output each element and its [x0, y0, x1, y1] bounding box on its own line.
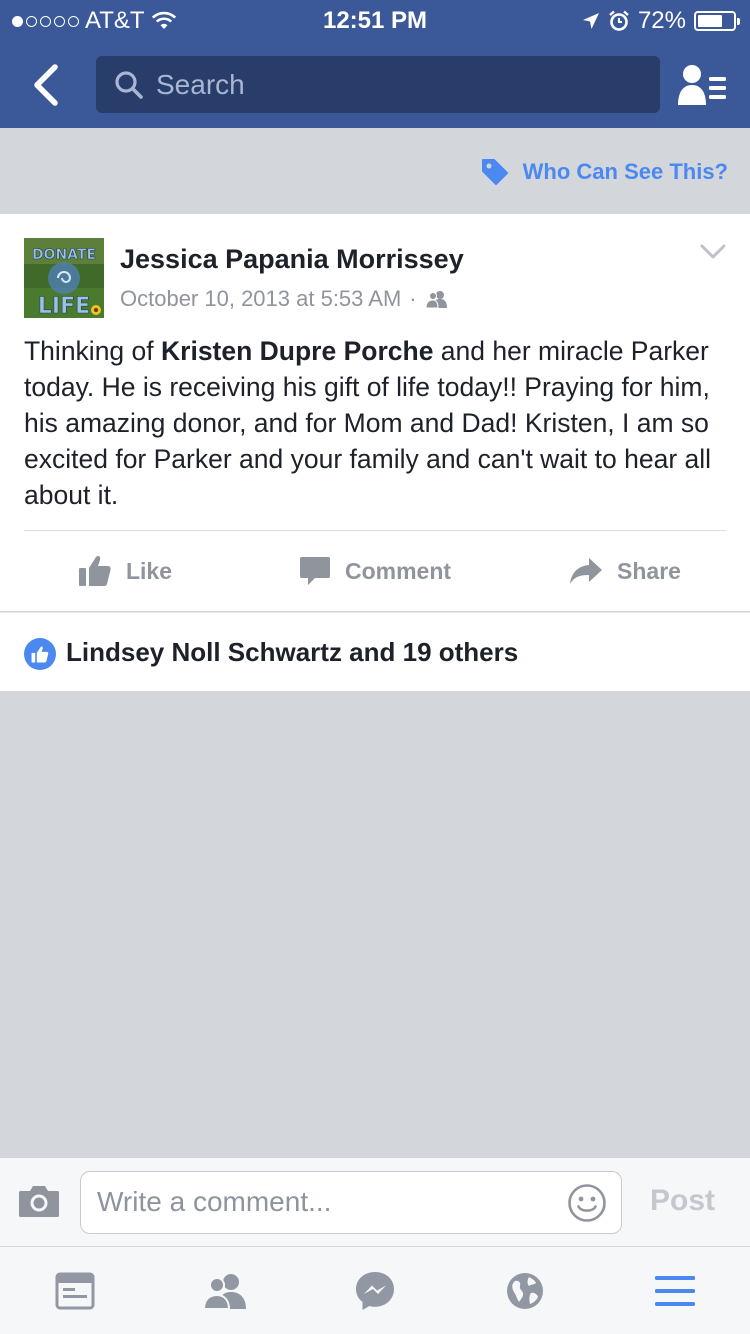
notifications-globe-icon — [507, 1272, 543, 1309]
search-placeholder: Search — [156, 68, 245, 100]
news-feed-icon — [55, 1272, 95, 1309]
post-meta: October 10, 2013 at 5:53 AM · — [120, 286, 449, 312]
likes-summary-text: Lindsey Noll Schwartz and 19 others — [66, 637, 519, 667]
battery-icon — [694, 11, 740, 31]
like-label: Like — [125, 557, 173, 584]
contacts-list-icon — [678, 65, 726, 105]
post-timestamp[interactable]: October 10, 2013 at 5:53 AM — [120, 286, 401, 312]
chevron-left-icon — [34, 64, 58, 106]
bottom-tab-bar — [0, 1246, 750, 1334]
chevron-down-icon — [700, 244, 726, 259]
comment-input[interactable]: Write a comment... — [80, 1171, 622, 1234]
likes-summary[interactable]: Lindsey Noll Schwartz and 19 others — [0, 612, 750, 691]
like-button[interactable]: Like — [0, 531, 250, 611]
meta-separator: · — [409, 286, 417, 311]
messenger-icon — [356, 1271, 394, 1310]
privacy-row: Who Can See This? — [0, 128, 750, 214]
smiley-icon — [568, 1184, 606, 1222]
like-reaction-icon — [24, 638, 56, 670]
camera-icon — [19, 1186, 59, 1217]
friends-icon — [202, 1273, 246, 1309]
donate-life-avatar-image: DONATE LIFE — [24, 238, 104, 318]
search-icon — [115, 70, 143, 99]
thumbs-up-icon — [78, 556, 111, 586]
post-options-button[interactable] — [700, 244, 726, 265]
top-header: AT&T 12:51 PM 72% Search — [0, 0, 750, 128]
friends-audience-icon — [425, 291, 447, 308]
author-avatar[interactable]: DONATE LIFE — [24, 238, 104, 318]
comment-button[interactable]: Comment — [250, 531, 500, 611]
comment-label: Comment — [344, 557, 452, 584]
post-body: Thinking of Kristen Dupre Porche and her… — [24, 333, 724, 513]
alarm-clock-icon — [609, 10, 629, 31]
post-text-before: Thinking of — [24, 336, 161, 366]
tag-icon — [481, 159, 508, 185]
share-arrow-icon — [570, 558, 603, 584]
tab-news-feed[interactable] — [0, 1247, 150, 1334]
speech-bubble-icon — [299, 557, 330, 585]
emoji-button[interactable] — [567, 1183, 607, 1228]
tab-menu[interactable] — [600, 1247, 750, 1334]
battery-percent: 72% — [637, 7, 686, 34]
who-can-see-this-link[interactable]: Who Can See This? — [481, 158, 728, 186]
post-comment-button[interactable]: Post — [650, 1184, 715, 1218]
tab-notifications[interactable] — [450, 1247, 600, 1334]
contacts-button[interactable] — [676, 60, 730, 110]
camera-button[interactable] — [18, 1184, 60, 1223]
share-label: Share — [617, 557, 681, 584]
status-bar: AT&T 12:51 PM 72% — [0, 0, 750, 40]
who-can-see-this-label: Who Can See This? — [522, 159, 728, 184]
status-right: 72% — [582, 7, 740, 35]
avatar-text-top: DONATE — [32, 247, 96, 263]
post-card: DONATE LIFE Jessica Papania Morrissey Oc… — [0, 214, 750, 611]
comment-composer: Write a comment... Post — [0, 1157, 750, 1246]
share-button[interactable]: Share — [500, 531, 750, 611]
back-button[interactable] — [22, 60, 68, 110]
menu-icon — [655, 1275, 695, 1306]
search-input[interactable]: Search — [96, 56, 660, 113]
post-author-name[interactable]: Jessica Papania Morrissey — [120, 244, 464, 275]
comment-placeholder: Write a comment... — [97, 1186, 332, 1217]
post-actions: Like Comment Share — [0, 531, 750, 611]
tab-messenger[interactable] — [300, 1247, 450, 1334]
tab-friend-requests[interactable] — [150, 1247, 300, 1334]
tagged-person-link[interactable]: Kristen Dupre Porche — [161, 336, 433, 366]
navigation-bar: Search — [0, 40, 750, 128]
avatar-text-bottom: LIFE — [38, 294, 90, 318]
location-arrow-icon — [582, 13, 599, 29]
